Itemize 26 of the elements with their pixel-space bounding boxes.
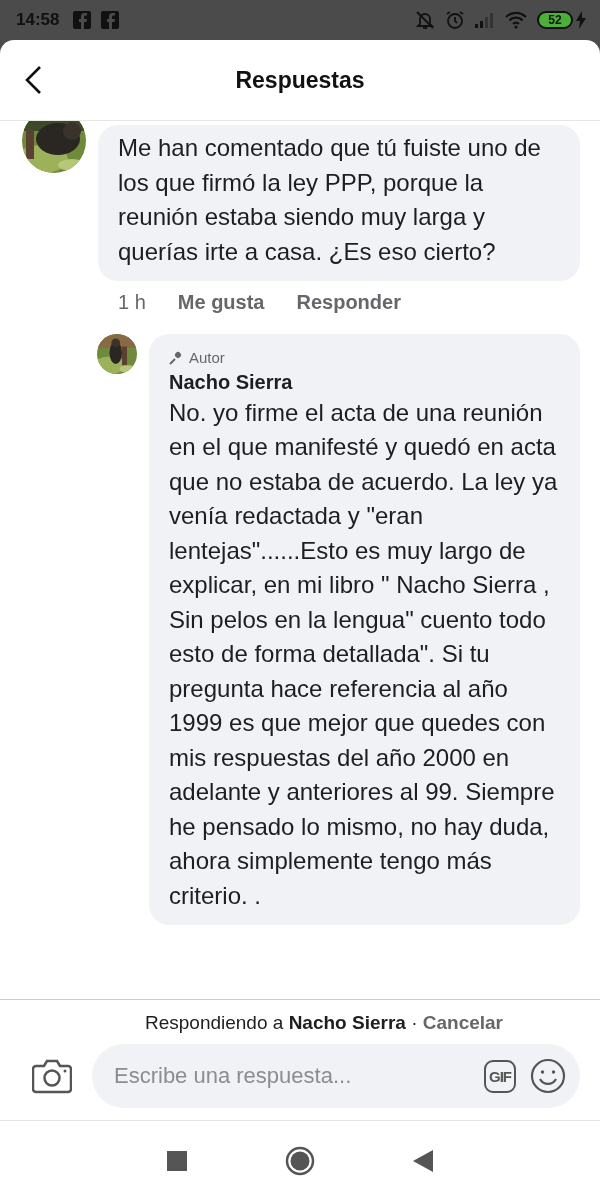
alarm-icon: [445, 10, 465, 30]
page-title: Respuestas: [235, 66, 365, 94]
camera-icon[interactable]: [32, 1058, 72, 1094]
reply-input-field[interactable]: Escribe una respuesta... GIF: [92, 1044, 580, 1108]
comment-time: 1 h: [118, 290, 146, 315]
author-name[interactable]: Nacho Sierra: [169, 367, 560, 396]
muted-bell-icon: [415, 10, 435, 30]
app-notification-icon: [101, 11, 120, 29]
battery-level: 52: [537, 11, 573, 29]
author-label: Autor: [189, 347, 225, 368]
comment-action-link[interactable]: Responder: [296, 285, 401, 320]
home-icon[interactable]: [285, 1146, 315, 1176]
app-notification-icon: [73, 11, 92, 29]
charging-icon: [576, 11, 586, 29]
signal-icon: [475, 12, 495, 28]
wifi-icon: [505, 11, 527, 29]
clock-time: 14:58: [16, 10, 60, 30]
comment-text: No. yo firme el acta de una reunión en el que manifesté y quedó en acta que no estaba de acuerdo. La ley ya venía redactada y "eran lentejas"......Esto es muy largo de explicar, en mi libro " Nacho Sierra , Sin pelos en la lengua" cuento todo esto de forma detallada". Si tu pregunta hace referencia al año 1999 es que mejor que quedes con mis respuestas del año 2000 en adelante y anteriores al 99. Siempre he pensado lo mismo, no hay duda, ahora simplemente tengo más criterio. .: [169, 397, 559, 911]
comment-text: Me han comentado que tú fuiste uno de los que firmó la ley PPP, porque la reunión estaba siendo muy larga y querías irte a casa. ¿Es eso cierto?: [118, 133, 542, 267]
emoji-icon[interactable]: [530, 1058, 566, 1094]
cancel-link[interactable]: Cancelar: [422, 1012, 504, 1033]
comment-action-link[interactable]: Me gusta: [177, 285, 265, 320]
gif-button[interactable]: GIF: [484, 1059, 516, 1093]
replying-note: Respondiendo a Nacho Sierra · Cancelar: [143, 1012, 505, 1034]
microphone-icon: [169, 350, 183, 365]
back-icon[interactable]: [413, 1150, 433, 1172]
